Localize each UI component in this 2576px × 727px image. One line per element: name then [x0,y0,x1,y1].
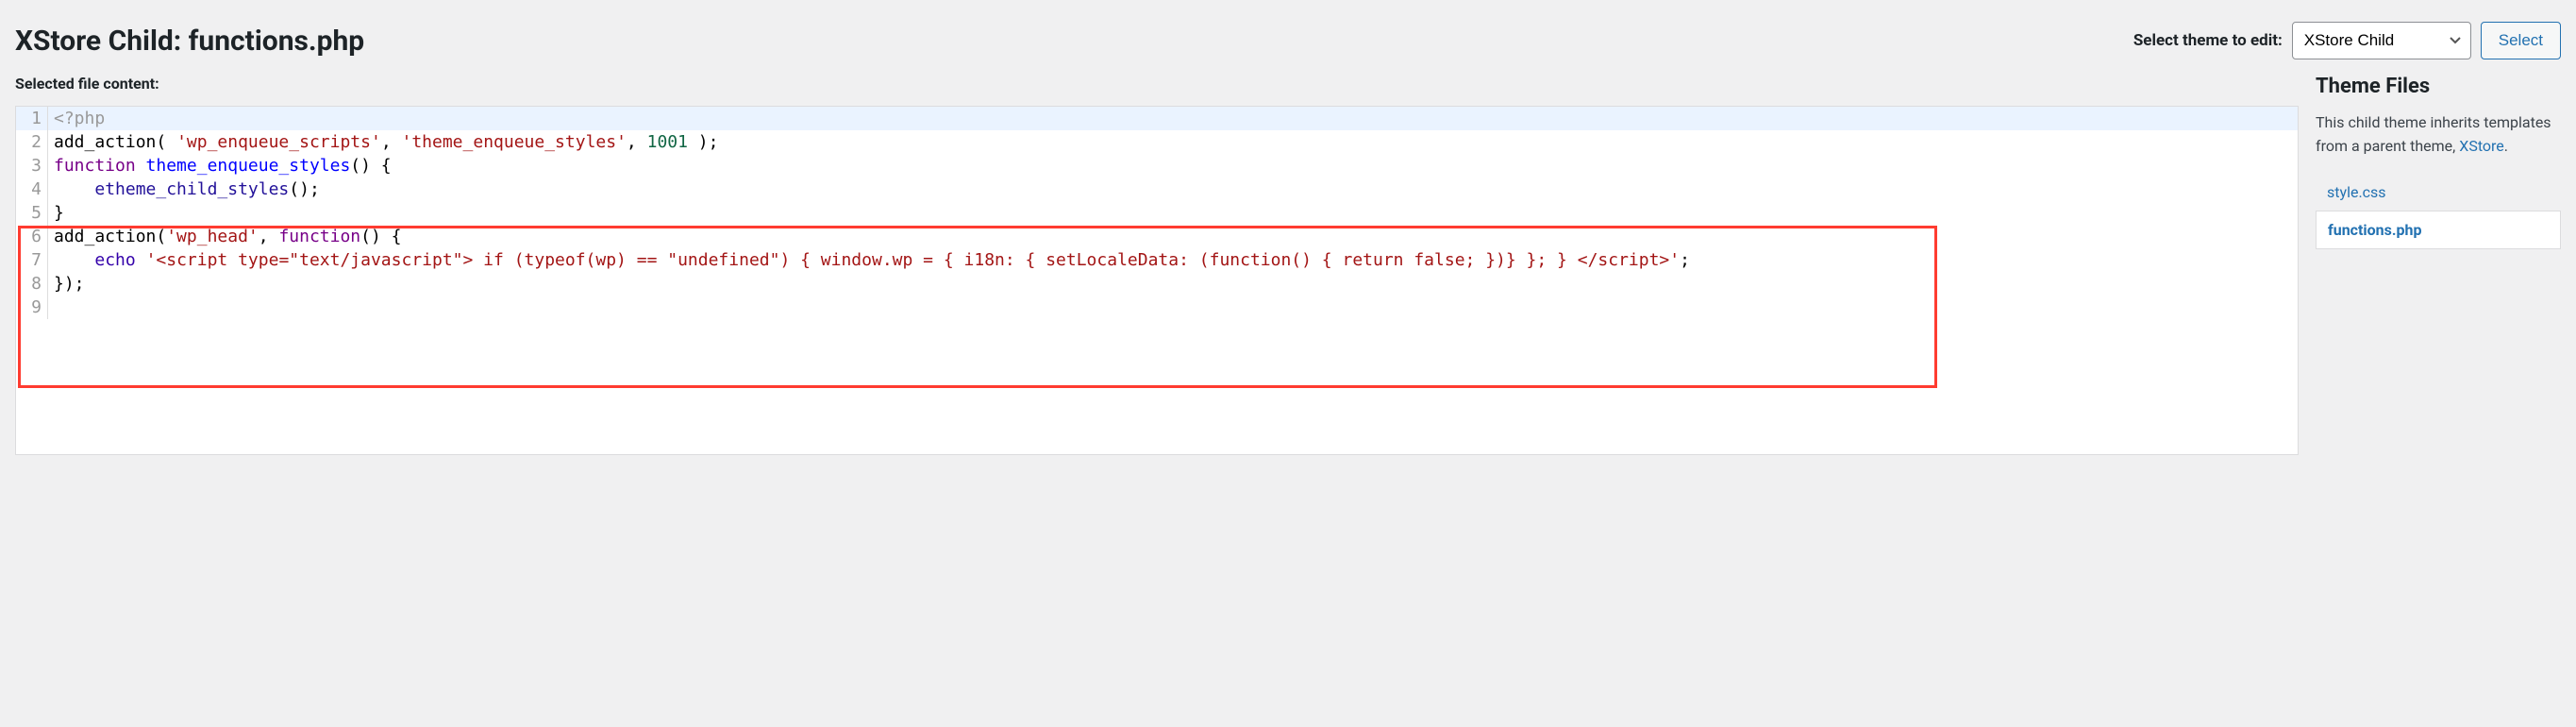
selected-file-content-label: Selected file content: [15,75,2299,93]
code-line[interactable]: 8}); [16,272,2298,296]
code-line[interactable]: 2add_action( 'wp_enqueue_scripts', 'them… [16,130,2298,154]
file-item[interactable]: style.css [2316,176,2561,209]
line-number: 9 [16,296,48,319]
line-number: 4 [16,178,48,201]
code-line[interactable]: 5} [16,201,2298,225]
theme-select-group: Select theme to edit: XStore Child Selec… [2133,22,2561,59]
code-text[interactable]: echo '<script type="text/javascript"> if… [48,248,2298,272]
code-line[interactable]: 4 etheme_child_styles(); [16,178,2298,201]
code-text[interactable]: }); [48,272,2298,296]
code-line[interactable]: 7 echo '<script type="text/javascript"> … [16,248,2298,272]
line-number: 3 [16,154,48,178]
theme-select-label: Select theme to edit: [2133,31,2283,50]
code-line[interactable]: 1<?php [16,107,2298,130]
line-number: 5 [16,201,48,225]
parent-theme-link[interactable]: XStore [2459,137,2504,155]
code-line[interactable]: 6add_action('wp_head', function() { [16,225,2298,248]
inherit-blurb: This child theme inherits templates from… [2316,111,2561,159]
select-button[interactable]: Select [2481,22,2561,59]
line-number: 8 [16,272,48,296]
inherit-prefix: This child theme inherits templates from… [2316,113,2551,155]
code-text[interactable]: etheme_child_styles(); [48,178,2298,201]
line-number: 2 [16,130,48,154]
page-title: XStore Child: functions.php [15,15,364,65]
line-number: 1 [16,107,48,130]
code-text[interactable]: <?php [48,107,2298,130]
file-item-current[interactable]: functions.php [2316,211,2561,249]
inherit-suffix: . [2504,137,2508,155]
code-editor[interactable]: 1<?php2add_action( 'wp_enqueue_scripts',… [15,106,2299,455]
code-text[interactable]: } [48,201,2298,225]
code-line[interactable]: 3function theme_enqueue_styles() { [16,154,2298,178]
line-number: 7 [16,248,48,272]
code-line[interactable]: 9 [16,296,2298,319]
theme-select[interactable]: XStore Child [2292,22,2471,59]
line-number: 6 [16,225,48,248]
file-list: style.cssfunctions.php [2316,176,2561,249]
code-text[interactable]: add_action('wp_head', function() { [48,225,2298,248]
code-text[interactable]: add_action( 'wp_enqueue_scripts', 'theme… [48,130,2298,154]
theme-files-heading: Theme Files [2316,75,2561,98]
code-text[interactable]: function theme_enqueue_styles() { [48,154,2298,178]
